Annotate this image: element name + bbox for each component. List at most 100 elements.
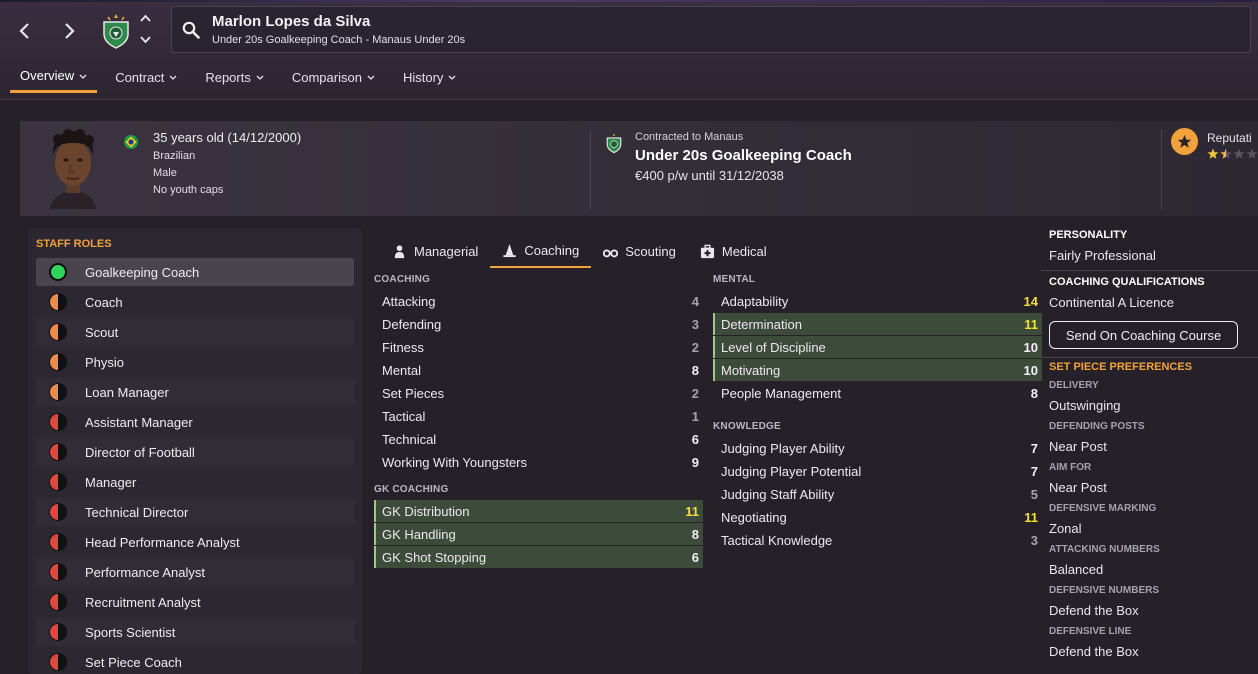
chevron-down-icon[interactable]	[139, 35, 151, 44]
attribute-row[interactable]: Judging Player Potential 7	[713, 460, 1042, 482]
role-rating-icon	[49, 413, 67, 431]
tab-managerial[interactable]: Managerial	[380, 234, 490, 268]
section-title: GK COACHING	[374, 484, 449, 495]
attribute-row[interactable]: Motivating 10	[713, 359, 1042, 381]
attribute-value: 8	[691, 526, 699, 542]
attribute-row[interactable]: Set Pieces 2	[374, 382, 703, 404]
section-title: COACHING	[374, 274, 431, 285]
pref-value: Defend the Box	[1049, 644, 1139, 659]
tab-contract[interactable]: Contract	[105, 62, 187, 93]
club-crest-icon[interactable]	[605, 131, 623, 155]
pref-value: Near Post	[1049, 439, 1107, 454]
staff-role-item[interactable]: Performance Analyst	[36, 558, 354, 586]
staff-role-item[interactable]: Sports Scientist	[36, 618, 354, 646]
attribute-value: 7	[1030, 440, 1038, 456]
staff-role-item[interactable]: Coach	[36, 288, 354, 316]
back-button[interactable]	[10, 16, 40, 46]
attribute-label: Defending	[382, 316, 442, 332]
forward-button[interactable]	[54, 16, 84, 46]
profile-strip: 35 years old (14/12/2000) Brazilian Male…	[20, 121, 1258, 216]
chevron-down-icon	[79, 74, 87, 79]
attribute-label: Tactical	[382, 408, 426, 424]
attribute-value: 3	[691, 316, 699, 332]
tab-reports[interactable]: Reports	[195, 62, 274, 93]
search-box[interactable]: Marlon Lopes da Silva Under 20s Goalkeep…	[171, 6, 1251, 53]
attribute-row[interactable]: Attacking 4	[374, 290, 703, 312]
pref-label: AIM FOR	[1049, 462, 1092, 473]
tab-label: Overview	[20, 68, 75, 83]
attribute-label: Level of Discipline	[721, 339, 826, 355]
tab-label: Managerial	[414, 243, 479, 259]
role-rating-icon	[49, 443, 67, 461]
chevron-up-icon[interactable]	[139, 14, 151, 23]
attribute-row[interactable]: Judging Player Ability 7	[713, 437, 1042, 459]
staff-role-label: Sports Scientist	[85, 624, 176, 640]
age-text: 35 years old (14/12/2000)	[153, 130, 302, 145]
attribute-value: 6	[691, 431, 699, 447]
attribute-row[interactable]: Determination 11	[713, 313, 1042, 335]
staff-role-item[interactable]: Scout	[36, 318, 354, 346]
attribute-row[interactable]: Negotiating 11	[713, 506, 1042, 528]
attribute-row[interactable]: People Management 8	[713, 382, 1042, 404]
attribute-row[interactable]: Fitness 2	[374, 336, 703, 358]
tab-label: History	[402, 69, 444, 85]
attribute-row[interactable]: Tactical Knowledge 3	[713, 529, 1042, 551]
attribute-value: 6	[691, 549, 699, 565]
attribute-row[interactable]: Technical 6	[374, 428, 703, 450]
attribute-value: 10	[1023, 339, 1038, 355]
attribute-row[interactable]: Level of Discipline 10	[713, 336, 1042, 358]
staff-roles-panel: STAFF ROLES Goalkeeping Coach Coach Scout P…	[28, 228, 362, 674]
star-icon	[1207, 148, 1219, 159]
attribute-row[interactable]: GK Handling 8	[374, 523, 703, 545]
attribute-row[interactable]: GK Shot Stopping 6	[374, 546, 703, 568]
role-rating-icon	[49, 353, 67, 371]
staff-role-item[interactable]: Assistant Manager	[36, 408, 354, 436]
personality-value: Fairly Professional	[1049, 248, 1156, 263]
tab-history[interactable]: History	[393, 62, 466, 93]
attribute-label: Judging Player Ability	[721, 440, 845, 456]
divider	[1041, 357, 1258, 358]
tab-medical[interactable]: Medical	[688, 234, 779, 268]
attribute-row[interactable]: Mental 8	[374, 359, 703, 381]
send-on-course-button[interactable]: Send On Coaching Course	[1049, 321, 1238, 349]
staff-role-item[interactable]: Recruitment Analyst	[36, 588, 354, 616]
staff-role-item[interactable]: Loan Manager	[36, 378, 354, 406]
pref-label: DEFENDING POSTS	[1049, 421, 1145, 432]
attribute-tabs: Managerial Coaching Scouting Medical	[380, 234, 779, 268]
staff-role-item[interactable]: Goalkeeping Coach	[36, 258, 354, 286]
staff-role-item[interactable]: Set Piece Coach	[36, 648, 354, 674]
attribute-label: Attacking	[382, 293, 436, 309]
attribute-row[interactable]: Judging Staff Ability 5	[713, 483, 1042, 505]
pref-label: DEFENSIVE NUMBERS	[1049, 585, 1160, 596]
staff-role-label: Performance Analyst	[85, 564, 205, 580]
reputation-stars	[1207, 148, 1258, 160]
attribute-row[interactable]: Adaptability 14	[713, 290, 1042, 312]
attribute-row[interactable]: Defending 3	[374, 313, 703, 335]
staff-role-item[interactable]: Head Performance Analyst	[36, 528, 354, 556]
tab-scouting[interactable]: Scouting	[591, 234, 688, 268]
staff-role-item[interactable]: Physio	[36, 348, 354, 376]
tab-overview[interactable]: Overview	[10, 62, 98, 93]
role-rating-icon	[49, 623, 67, 641]
tab-coaching[interactable]: Coaching	[490, 234, 592, 268]
divider	[1161, 129, 1162, 209]
search-icon[interactable]	[182, 21, 200, 39]
top-bar: Marlon Lopes da Silva Under 20s Goalkeep…	[0, 0, 1258, 100]
tab-comparison[interactable]: Comparison	[282, 62, 385, 93]
attribute-label: GK Shot Stopping	[382, 549, 487, 565]
tab-label: Scouting	[625, 243, 676, 259]
staff-role-label: Head Performance Analyst	[85, 534, 240, 550]
staff-role-item[interactable]: Director of Football	[36, 438, 354, 466]
staff-role-label: Scout	[85, 324, 119, 340]
role-rating-icon	[49, 653, 67, 671]
attribute-label: Tactical Knowledge	[721, 532, 833, 548]
attribute-row[interactable]: Working With Youngsters 9	[374, 451, 703, 473]
attribute-row[interactable]: Tactical 1	[374, 405, 703, 427]
club-crest-icon[interactable]	[100, 12, 132, 50]
staff-role-item[interactable]: Technical Director	[36, 498, 354, 526]
staff-role-label: Manager	[85, 474, 137, 490]
player-switcher[interactable]	[137, 14, 153, 44]
staff-role-item[interactable]: Manager	[36, 468, 354, 496]
attribute-label: People Management	[721, 385, 841, 401]
attribute-row[interactable]: GK Distribution 11	[374, 500, 703, 522]
